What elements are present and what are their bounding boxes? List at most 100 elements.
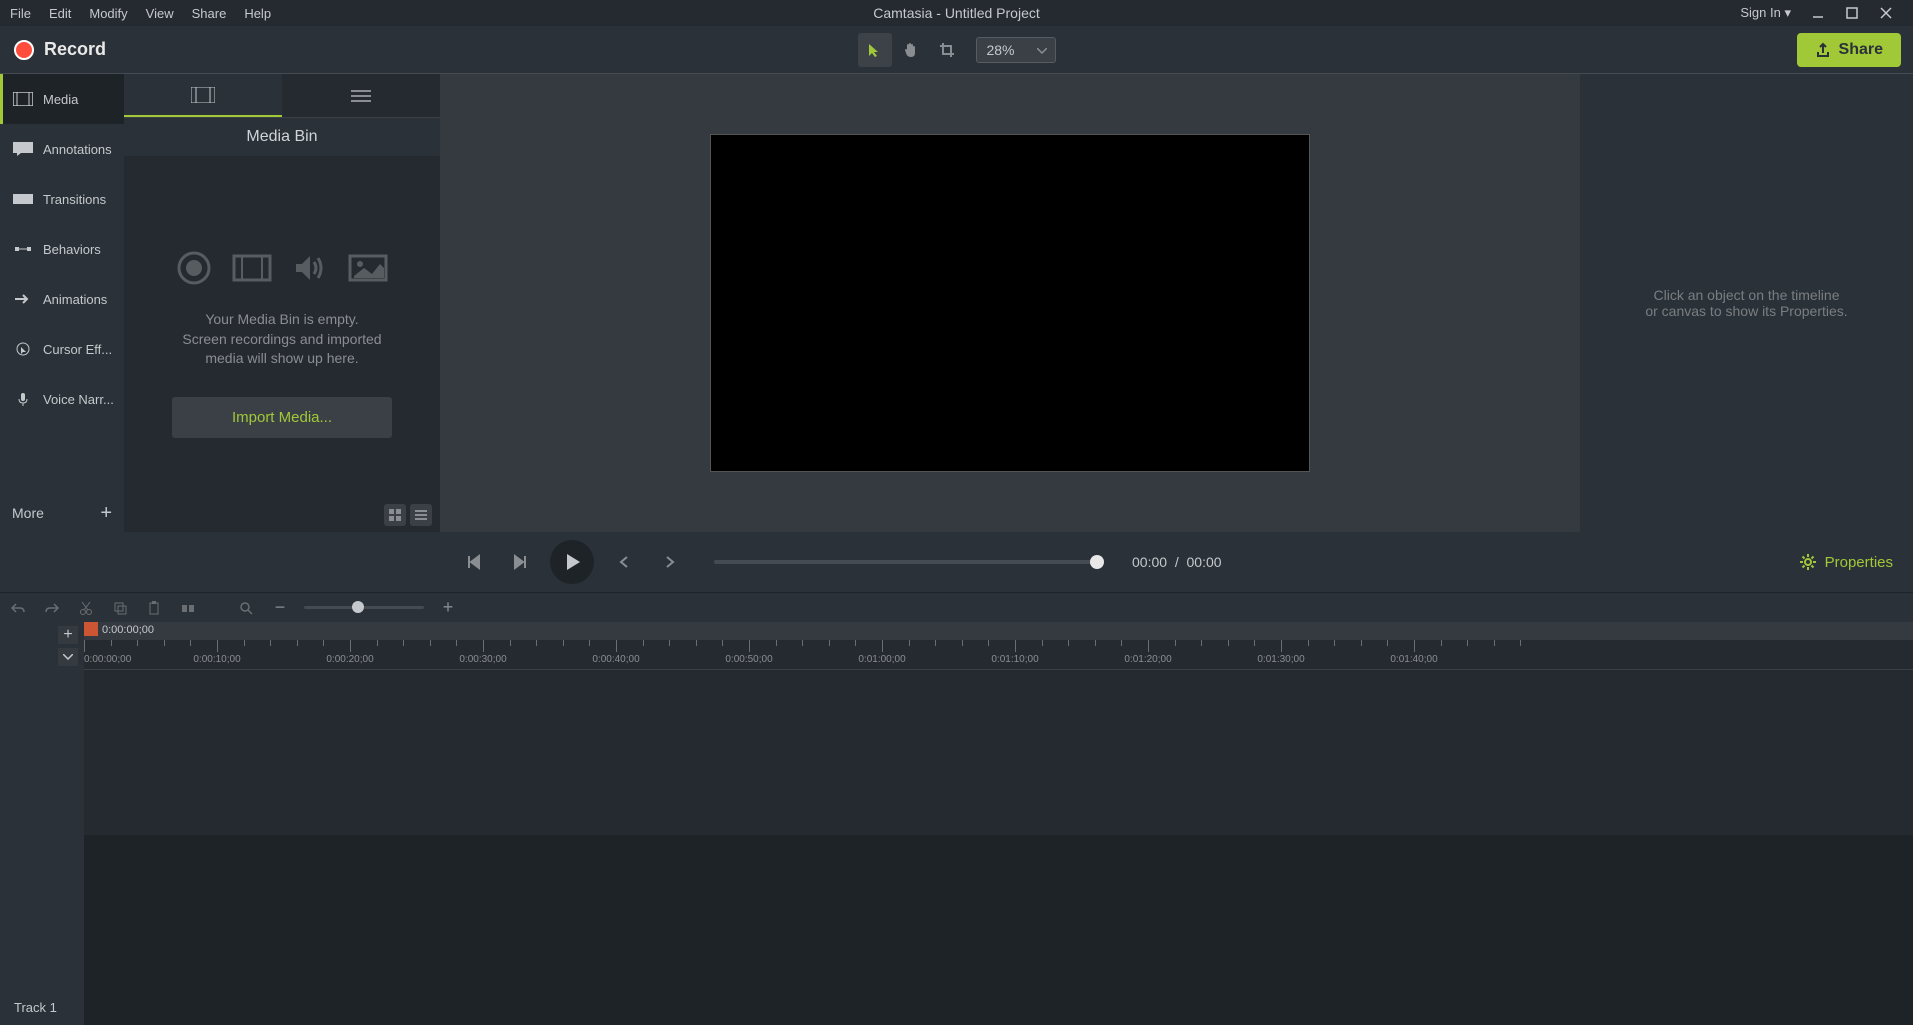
play-button[interactable] [550, 540, 594, 584]
list-icon [351, 89, 371, 103]
media-bin-title: Media Bin [124, 118, 440, 156]
view-list-button[interactable] [410, 504, 432, 526]
sidebar-item-voice-narration[interactable]: Voice Narr... [0, 374, 124, 424]
properties-button[interactable]: Properties [1799, 553, 1893, 571]
menu-modify[interactable]: Modify [89, 6, 127, 21]
sidebar-item-label: Voice Narr... [43, 392, 114, 407]
tick-label: 0:00:20;00 [326, 654, 373, 665]
copy-button[interactable] [110, 598, 130, 618]
zoom-in-button[interactable]: + [438, 598, 458, 618]
record-circle-icon [176, 250, 212, 286]
image-icon [348, 250, 388, 286]
timeline-zoom-slider[interactable] [304, 606, 424, 609]
record-label: Record [44, 39, 106, 60]
sidebar: Media Annotations Transitions Behaviors … [0, 74, 124, 532]
sidebar-item-animations[interactable]: Animations [0, 274, 124, 324]
menu-help[interactable]: Help [244, 6, 271, 21]
tick-label: 0:01:10;00 [991, 654, 1038, 665]
split-button[interactable] [178, 598, 198, 618]
add-track-button[interactable]: + [58, 626, 78, 644]
record-button[interactable]: Record [0, 39, 120, 60]
sidebar-item-annotations[interactable]: Annotations [0, 124, 124, 174]
plus-icon: + [100, 502, 112, 525]
media-icon [13, 92, 33, 106]
paste-button[interactable] [144, 598, 164, 618]
next-frame-button[interactable] [654, 546, 686, 578]
timeline: + Track 1 0:00:00;00 0:00:00;00 0:00:10;0… [0, 622, 1913, 1025]
sidebar-item-label: Behaviors [43, 242, 101, 257]
menu-edit[interactable]: Edit [49, 6, 71, 21]
tick-label: 0:00:00;00 [84, 654, 131, 665]
undo-button[interactable] [8, 598, 28, 618]
sign-in-button[interactable]: Sign In ▾ [1740, 5, 1791, 21]
media-tab-bin[interactable] [124, 74, 282, 117]
scrubber-thumb[interactable] [1090, 555, 1104, 569]
audio-icon [292, 250, 328, 286]
sidebar-more-button[interactable]: More + [0, 494, 124, 532]
menu-share[interactable]: Share [192, 6, 227, 21]
sidebar-item-label: Annotations [43, 142, 112, 157]
sidebar-item-label: Transitions [43, 192, 106, 207]
menubar: File Edit Modify View Share Help [0, 6, 271, 21]
canvas-zoom-select[interactable]: 28% [975, 37, 1055, 63]
more-label: More [12, 505, 44, 521]
behaviors-icon [13, 242, 33, 256]
pan-tool[interactable] [893, 33, 927, 67]
timeline-search-button[interactable] [236, 598, 256, 618]
cut-button[interactable] [76, 598, 96, 618]
crop-tool[interactable] [929, 33, 963, 67]
tick-label: 0:01:20;00 [1124, 654, 1171, 665]
collapse-track-button[interactable] [58, 648, 78, 666]
share-label: Share [1839, 41, 1883, 59]
sidebar-item-transitions[interactable]: Transitions [0, 174, 124, 224]
menu-file[interactable]: File [10, 6, 31, 21]
view-grid-button[interactable] [384, 504, 406, 526]
playback-scrubber[interactable] [714, 560, 1104, 564]
timeline-tracks[interactable]: 0:00:00;00 0:00:00;00 0:00:10;00 0:00:20;0… [84, 622, 1913, 1025]
tick-label: 0:00:10;00 [193, 654, 240, 665]
timeline-ruler[interactable]: 0:00:00;000:00:10;000:00:20;000:00:30;00… [84, 640, 1913, 670]
redo-button[interactable] [42, 598, 62, 618]
record-icon [14, 40, 34, 60]
playback-bar: 00:00 / 00:00 Properties [0, 532, 1913, 592]
sidebar-item-label: Animations [43, 292, 107, 307]
prev-clip-button[interactable] [458, 546, 490, 578]
timeline-track-header: + Track 1 [0, 622, 84, 1025]
select-tool[interactable] [857, 33, 891, 67]
time-display: 00:00 / 00:00 [1132, 554, 1222, 570]
track-1-label[interactable]: Track 1 [14, 1000, 57, 1015]
tick-label: 0:00:40;00 [592, 654, 639, 665]
close-button[interactable] [1879, 6, 1893, 20]
sidebar-item-media[interactable]: Media [0, 74, 124, 124]
media-panel: Media Bin Your Media Bin is empty. Scree… [124, 74, 440, 532]
sidebar-item-label: Cursor Eff... [43, 342, 112, 357]
step-forward-button[interactable] [504, 546, 536, 578]
menu-view[interactable]: View [146, 6, 174, 21]
track-1-row[interactable] [84, 670, 1913, 835]
properties-panel: Click an object on the timeline or canva… [1580, 74, 1913, 532]
import-media-button[interactable]: Import Media... [172, 397, 392, 438]
sidebar-item-label: Media [43, 92, 78, 107]
playhead-time: 0:00:00;00 [102, 624, 154, 636]
annotations-icon [13, 142, 33, 156]
zoom-value: 28% [986, 42, 1014, 58]
preview-canvas[interactable] [710, 134, 1310, 472]
zoom-out-button[interactable]: − [270, 598, 290, 618]
titlebar: File Edit Modify View Share Help Camtasi… [0, 0, 1913, 26]
share-button[interactable]: Share [1797, 33, 1901, 67]
voice-icon [13, 392, 33, 406]
share-icon [1815, 42, 1831, 58]
media-tab-library[interactable] [282, 74, 440, 117]
sidebar-item-behaviors[interactable]: Behaviors [0, 224, 124, 274]
properties-label: Properties [1825, 554, 1893, 571]
zoom-slider-thumb[interactable] [352, 601, 364, 613]
tick-label: 0:00:50;00 [725, 654, 772, 665]
maximize-button[interactable] [1845, 6, 1859, 20]
minimize-button[interactable] [1811, 6, 1825, 20]
playhead-marker[interactable] [84, 622, 98, 636]
sidebar-item-cursor-effects[interactable]: Cursor Eff... [0, 324, 124, 374]
tick-label: 0:01:40;00 [1390, 654, 1437, 665]
animations-icon [13, 292, 33, 306]
toolbar: Record 28% Share [0, 26, 1913, 74]
prev-frame-button[interactable] [608, 546, 640, 578]
